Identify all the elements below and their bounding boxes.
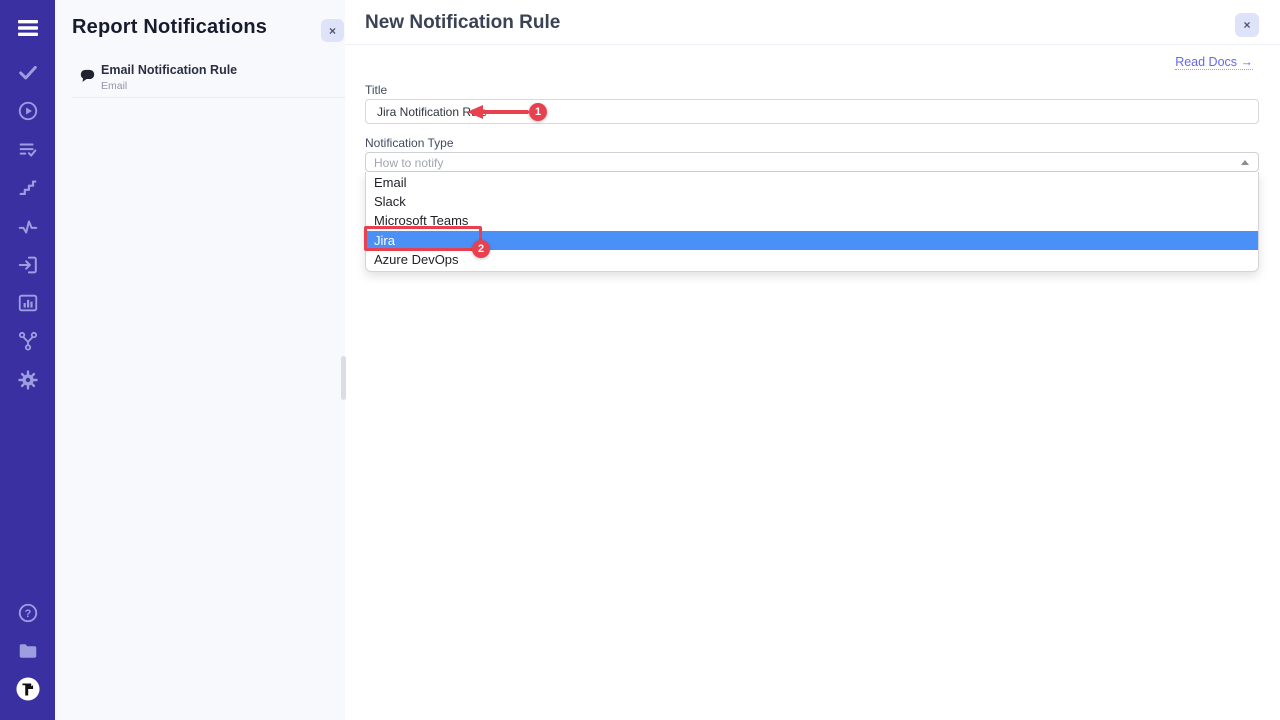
bar-chart-icon[interactable]: [16, 291, 40, 315]
option-email[interactable]: Email: [366, 173, 1258, 192]
select-placeholder: How to notify: [374, 156, 443, 170]
logo[interactable]: [16, 677, 40, 701]
sidebar: ?: [0, 0, 55, 720]
dialog-close-button[interactable]: ×: [1235, 13, 1259, 37]
read-docs-link[interactable]: Read Docs →: [1175, 55, 1253, 70]
activity-icon[interactable]: [16, 215, 40, 239]
option-azure-devops[interactable]: Azure DevOps: [366, 250, 1258, 269]
option-slack[interactable]: Slack: [366, 192, 1258, 211]
help-icon[interactable]: ?: [16, 601, 40, 625]
svg-text:?: ?: [25, 608, 32, 620]
import-icon[interactable]: [16, 253, 40, 277]
notification-type-label: Notification Type: [365, 136, 454, 150]
title-label: Title: [365, 83, 387, 97]
folder-icon[interactable]: [16, 639, 40, 663]
dialog-header: New Notification Rule: [345, 0, 1280, 45]
check-icon[interactable]: [16, 60, 40, 84]
report-notifications-panel: Report Notifications × Email Notificatio…: [55, 0, 345, 720]
dialog-title: New Notification Rule: [365, 12, 560, 34]
notification-type-dropdown: Email Slack Microsoft Teams Jira Azure D…: [365, 172, 1259, 272]
new-notification-rule-dialog: New Notification Rule × Read Docs → Titl…: [345, 0, 1280, 720]
notification-type-select[interactable]: How to notify: [365, 152, 1259, 172]
chevron-up-icon: [1241, 160, 1249, 165]
list-item-title: Email Notification Rule: [101, 63, 237, 77]
option-jira[interactable]: Jira: [366, 231, 1258, 250]
menu-icon[interactable]: [16, 16, 40, 40]
notification-rule-list-item[interactable]: Email Notification Rule Email: [72, 56, 345, 98]
list-check-icon[interactable]: [16, 138, 40, 162]
steps-icon[interactable]: [16, 176, 40, 200]
panel-close-button[interactable]: ×: [321, 19, 344, 42]
chat-bubble-icon: [79, 67, 96, 89]
panel-scrollbar[interactable]: [341, 356, 346, 400]
settings-icon[interactable]: [16, 368, 40, 392]
git-branch-icon[interactable]: [16, 329, 40, 353]
panel-title: Report Notifications: [72, 16, 267, 39]
play-icon[interactable]: [16, 99, 40, 123]
title-input[interactable]: [365, 99, 1259, 124]
list-item-subtitle: Email: [101, 80, 127, 92]
option-microsoft-teams[interactable]: Microsoft Teams: [366, 211, 1258, 230]
